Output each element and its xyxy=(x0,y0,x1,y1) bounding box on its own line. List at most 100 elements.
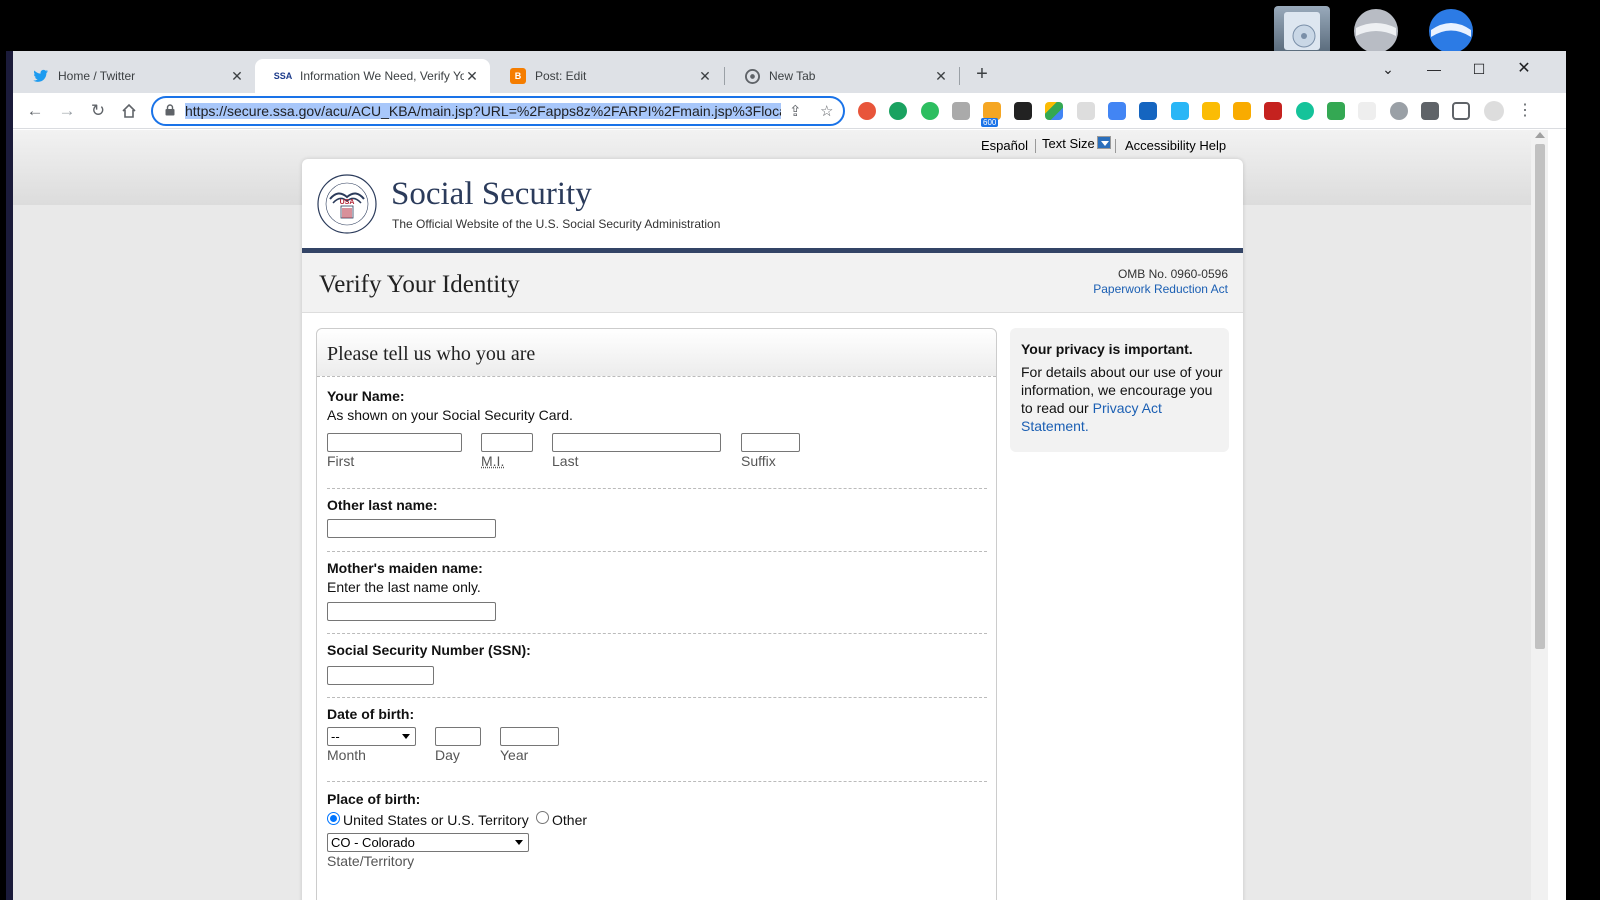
extension-star-icon[interactable] xyxy=(1233,102,1251,120)
maximize-button[interactable]: ☐ xyxy=(1456,55,1502,83)
last-name-input[interactable] xyxy=(552,433,721,452)
close-window-button[interactable]: ✕ xyxy=(1501,55,1547,83)
extension-x-icon[interactable] xyxy=(1390,102,1408,120)
profile-avatar[interactable] xyxy=(1484,101,1504,121)
close-tab-icon[interactable]: ✕ xyxy=(229,68,245,85)
url-text[interactable]: https://secure.ssa.gov/acu/ACU_KBA/main.… xyxy=(185,103,781,121)
birthplace-us-radio[interactable] xyxy=(327,812,340,825)
privacy-title: Your privacy is important. xyxy=(1021,341,1193,357)
ssa-seal-logo[interactable]: USA xyxy=(316,173,378,235)
birth-year-input[interactable] xyxy=(500,727,559,746)
espanol-link[interactable]: Español xyxy=(981,138,1028,153)
extension-gray-icon[interactable] xyxy=(952,102,970,120)
tab-search-icon[interactable]: ⌄ xyxy=(1365,55,1411,83)
close-tab-icon[interactable]: ✕ xyxy=(933,68,949,85)
extension-w-icon[interactable] xyxy=(1358,102,1376,120)
birthplace-other-radio[interactable] xyxy=(536,811,549,824)
birth-month-value: -- xyxy=(331,729,340,744)
close-tab-icon[interactable]: ✕ xyxy=(697,68,713,85)
tab-title: Home / Twitter xyxy=(58,69,136,83)
lock-icon[interactable] xyxy=(165,104,175,116)
tab-blogger[interactable]: B Post: Edit ✕ xyxy=(490,59,723,93)
ssn-label: Social Security Number (SSN): xyxy=(327,642,531,658)
tab-ssa[interactable]: SSA Information We Need, Verify You ✕ xyxy=(255,59,490,93)
extension-green-bubble-icon[interactable] xyxy=(889,102,907,120)
tab-twitter[interactable]: Home / Twitter ✕ xyxy=(13,59,255,93)
new-tab-button[interactable]: + xyxy=(971,63,993,86)
tab-title: New Tab xyxy=(769,69,816,83)
suffix-input[interactable] xyxy=(741,433,800,452)
scrollbar-thumb[interactable] xyxy=(1535,144,1545,649)
day-caption: Day xyxy=(435,747,460,763)
extension-badge: 600 xyxy=(981,118,999,127)
form-heading: Please tell us who you are xyxy=(327,343,536,365)
text-size-label: Text Size xyxy=(1042,136,1095,151)
browser-window: Home / Twitter ✕ SSA Information We Need… xyxy=(13,51,1566,900)
birthplace-other-label[interactable]: Other xyxy=(552,812,587,828)
grammarly-icon[interactable] xyxy=(1296,102,1314,120)
other-last-name-label: Other last name: xyxy=(327,497,438,513)
extension-eye-icon[interactable] xyxy=(1077,102,1095,120)
page-title: Verify Your Identity xyxy=(319,271,520,298)
extension-f-icon[interactable] xyxy=(1327,102,1345,120)
text-size-dropdown-icon[interactable] xyxy=(1096,136,1111,149)
address-bar[interactable]: https://secure.ssa.gov/acu/ACU_KBA/main.… xyxy=(151,96,845,126)
other-last-name-input[interactable] xyxy=(327,519,496,538)
state-territory-caption: State/Territory xyxy=(327,853,415,869)
side-panel-icon[interactable] xyxy=(1452,102,1470,120)
chevron-down-icon xyxy=(402,734,410,739)
extension-y-icon[interactable] xyxy=(1139,102,1157,120)
first-name-input[interactable] xyxy=(327,433,462,452)
browser-toolbar: ← → ↻ https://secure.ssa.gov/acu/ACU_KBA… xyxy=(13,93,1566,129)
page-scrollbar[interactable] xyxy=(1531,130,1548,900)
mothers-maiden-name-input[interactable] xyxy=(327,602,496,621)
google-earth-icon[interactable] xyxy=(1348,6,1404,56)
last-name-caption: Last xyxy=(552,453,579,469)
google-translate-icon[interactable] xyxy=(1108,102,1126,120)
accessibility-help-link[interactable]: Accessibility Help xyxy=(1125,138,1226,153)
bookmark-star-icon[interactable]: ☆ xyxy=(820,102,833,120)
state-territory-select[interactable]: CO - Colorado xyxy=(327,833,529,852)
text-size-control[interactable]: Text Size xyxy=(1042,136,1111,151)
privacy-body: For details about our use of your inform… xyxy=(1021,363,1223,435)
birth-month-select[interactable]: -- xyxy=(327,727,416,746)
reload-icon[interactable]: ↻ xyxy=(86,99,110,123)
middle-initial-caption: M.I. xyxy=(481,453,505,469)
section-divider xyxy=(327,697,987,698)
middle-initial-input[interactable] xyxy=(481,433,533,452)
extension-orange-icon[interactable] xyxy=(1202,102,1220,120)
your-name-label: Your Name: xyxy=(327,388,405,404)
extension-red-icon[interactable] xyxy=(858,102,876,120)
background-window-edge xyxy=(6,51,13,900)
form-panel-header: Please tell us who you are xyxy=(317,329,996,377)
minimize-button[interactable]: — xyxy=(1411,55,1457,83)
ssn-input[interactable] xyxy=(327,666,434,685)
mothers-maiden-name-hint: Enter the last name only. xyxy=(327,579,481,595)
section-divider xyxy=(327,488,987,489)
tab-new-tab[interactable]: New Tab ✕ xyxy=(724,59,959,93)
scroll-up-arrow-icon[interactable] xyxy=(1535,132,1545,138)
home-icon[interactable] xyxy=(117,99,141,123)
google-drive-icon[interactable] xyxy=(1045,102,1063,120)
utility-separator xyxy=(1035,139,1036,153)
share-icon[interactable]: ⇪ xyxy=(789,102,802,120)
birth-day-input[interactable] xyxy=(435,727,481,746)
extensions-puzzle-icon[interactable] xyxy=(1421,102,1439,120)
site-title[interactable]: Social Security xyxy=(391,176,592,213)
suffix-caption: Suffix xyxy=(741,453,776,469)
forward-icon[interactable]: → xyxy=(55,99,79,123)
tab-separator xyxy=(959,67,960,85)
evernote-icon[interactable] xyxy=(921,102,939,120)
tampermonkey-icon[interactable] xyxy=(1014,102,1032,120)
year-caption: Year xyxy=(500,747,529,763)
back-icon[interactable]: ← xyxy=(23,99,47,123)
google-earth-pro-icon[interactable] xyxy=(1423,6,1479,56)
dvd-app-icon[interactable] xyxy=(1274,6,1330,56)
extension-window-icon[interactable] xyxy=(1171,102,1189,120)
close-tab-icon[interactable]: ✕ xyxy=(464,68,480,85)
adobe-pdf-icon[interactable] xyxy=(1264,102,1282,120)
paperwork-reduction-act-link[interactable]: Paperwork Reduction Act xyxy=(1093,282,1228,296)
birthplace-us-label[interactable]: United States or U.S. Territory xyxy=(343,812,529,828)
menu-kebab-icon[interactable]: ⋮ xyxy=(1513,99,1537,123)
place-of-birth-label: Place of birth: xyxy=(327,791,421,807)
